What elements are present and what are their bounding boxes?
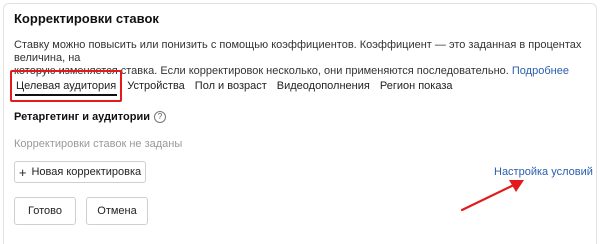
- add-adjustment-label: Новая корректировка: [31, 166, 142, 178]
- description-line1: Ставку можно повысить или понизить с пом…: [14, 39, 582, 64]
- section-title-text: Ретаргетинг и аудитории: [14, 111, 150, 123]
- add-adjustment-button[interactable]: + Новая корректировка: [14, 161, 146, 183]
- panel-title: Корректировки ставок: [14, 11, 159, 26]
- help-icon[interactable]: ?: [153, 111, 166, 123]
- tab-region[interactable]: Регион показа: [375, 72, 458, 100]
- adjustment-tabs: Целевая аудитория Устройства Пол и возра…: [10, 70, 458, 102]
- tab-video-extensions[interactable]: Видеодополнения: [272, 72, 375, 100]
- more-link[interactable]: Подробнее: [512, 65, 569, 77]
- empty-state-text: Корректировки ставок не заданы: [14, 138, 183, 150]
- plus-icon: +: [18, 164, 27, 180]
- conditions-settings-link[interactable]: Настройка условий: [494, 166, 593, 178]
- done-button[interactable]: Готово: [14, 197, 76, 225]
- tab-gender-age[interactable]: Пол и возраст: [190, 72, 272, 100]
- tab-devices[interactable]: Устройства: [122, 72, 190, 100]
- section-title: Ретаргетинг и аудитории ?: [14, 111, 166, 123]
- cancel-button[interactable]: Отмена: [86, 197, 148, 225]
- tab-target-audience[interactable]: Целевая аудитория: [10, 70, 123, 102]
